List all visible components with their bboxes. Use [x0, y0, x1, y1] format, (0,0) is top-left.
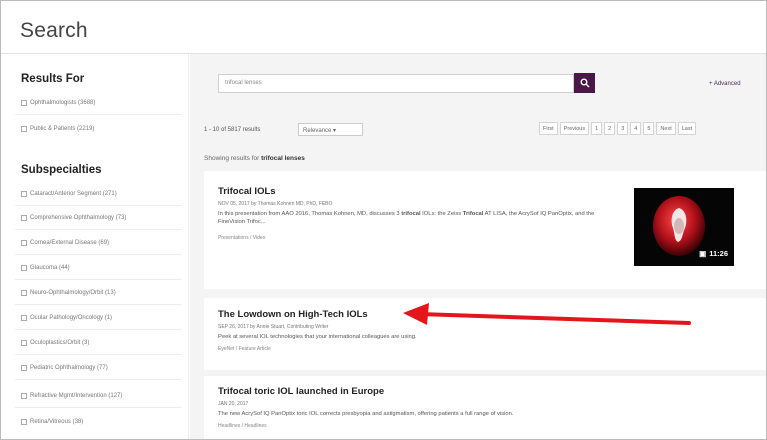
red-arrow-annotation [403, 303, 691, 325]
search-page: Search Results For Ophthalmologists (368… [0, 0, 767, 440]
